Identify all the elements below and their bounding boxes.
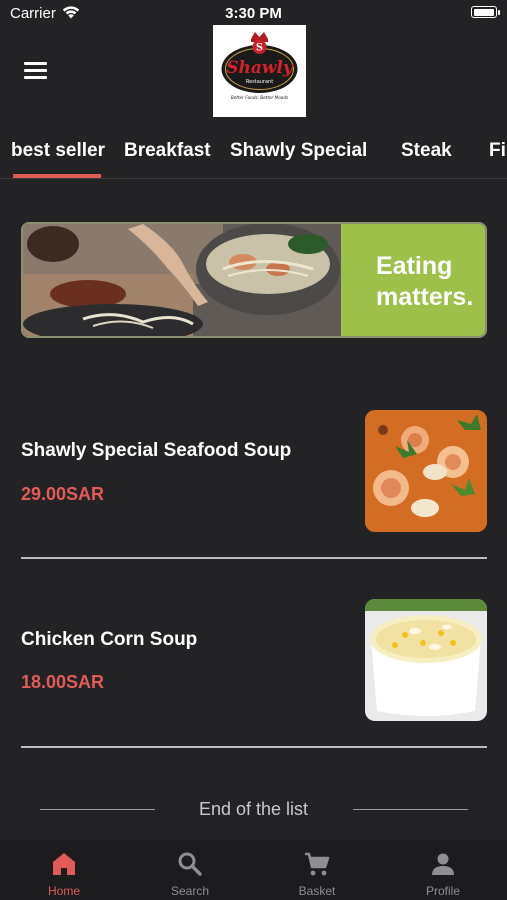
item-divider [21, 557, 487, 559]
end-of-list: End of the list [0, 797, 507, 821]
nav-basket-label: Basket [298, 884, 336, 898]
profile-icon [432, 853, 454, 875]
nav-profile[interactable]: Profile [380, 840, 506, 900]
tab-best-seller[interactable]: best seller [11, 140, 105, 162]
search-icon [178, 852, 202, 876]
tab-steak[interactable]: Steak [401, 140, 452, 162]
product-item[interactable]: Chicken Corn Soup 18.00SAR [21, 598, 487, 748]
active-tab-indicator [13, 174, 101, 178]
product-name: Shawly Special Seafood Soup [21, 440, 292, 461]
nav-search[interactable]: Search [127, 840, 253, 900]
home-icon [53, 853, 75, 875]
battery-level [473, 8, 494, 16]
svg-text:Better Foods, Better Moods: Better Foods, Better Moods [231, 95, 289, 100]
svg-text:S: S [256, 43, 263, 54]
status-bar: Carrier 3:30 PM [0, 0, 507, 28]
end-line-right [353, 809, 468, 810]
cart-icon [305, 852, 330, 876]
banner-food-photo [23, 224, 341, 336]
product-image [365, 599, 487, 721]
product-name: Chicken Corn Soup [21, 629, 198, 650]
nav-basket[interactable]: Basket [254, 840, 380, 900]
tab-breakfast[interactable]: Breakfast [124, 140, 211, 162]
menu-icon[interactable] [24, 62, 47, 79]
item-divider [21, 746, 487, 748]
product-price: 18.00SAR [21, 672, 105, 692]
svg-text:Shawly: Shawly [226, 58, 294, 78]
nav-search-label: Search [170, 884, 210, 898]
tab-shawly-special[interactable]: Shawly Special [230, 140, 367, 162]
product-item[interactable]: Shawly Special Seafood Soup 29.00SAR [21, 408, 487, 558]
bottom-navigation: Home Search Basket Profile [0, 840, 507, 900]
category-tabs: best seller Breakfast Shawly Special Ste… [0, 130, 507, 179]
nav-profile-label: Profile [425, 884, 460, 898]
nav-home[interactable]: Home [1, 840, 127, 900]
product-price: 29.00SAR [21, 484, 105, 504]
product-image [365, 410, 487, 532]
promo-banner[interactable]: Eating matters. [21, 222, 487, 338]
restaurant-logo: S Shawly Restaurant Better Foods, Better… [213, 25, 306, 117]
banner-slogan-panel: Eating matters. [341, 224, 485, 336]
tab-partial[interactable]: Fi [489, 140, 506, 162]
battery-icon [471, 6, 500, 18]
nav-home-label: Home [47, 884, 80, 898]
status-time: 3:30 PM [225, 5, 282, 22]
banner-slogan: Eating matters. [376, 252, 474, 311]
svg-text:Restaurant: Restaurant [246, 79, 273, 85]
